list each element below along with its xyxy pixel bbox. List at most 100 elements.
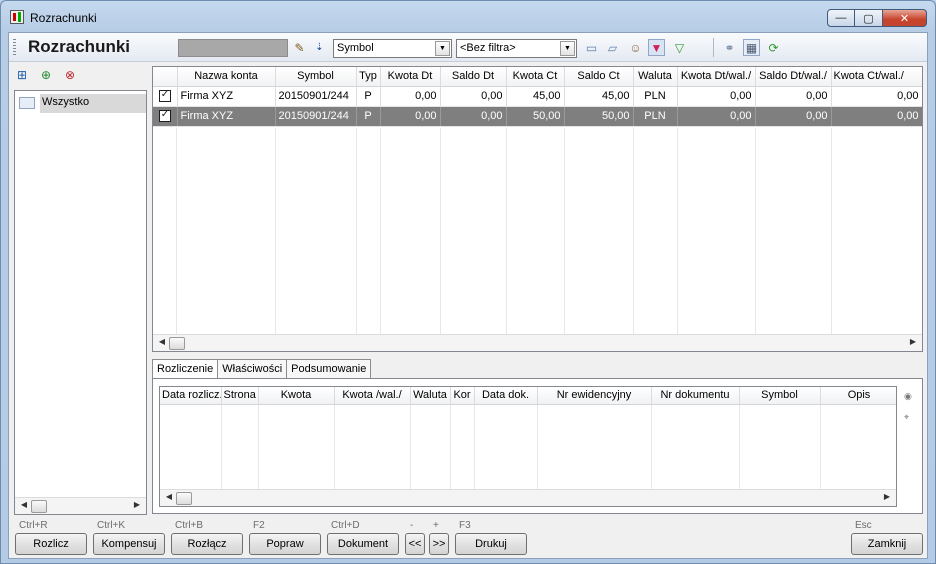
scroll-left-icon[interactable]: ◀ bbox=[156, 337, 168, 346]
toolbar-grip-icon[interactable] bbox=[13, 39, 16, 56]
app-icon bbox=[10, 10, 24, 24]
column-header[interactable] bbox=[153, 67, 178, 87]
table-row[interactable]: Firma XYZ 20150901/244 P 0,00 0,00 50,00… bbox=[153, 106, 922, 127]
column-header[interactable]: Kwota Ct/wal./ bbox=[831, 67, 922, 87]
sort-field-select[interactable]: Symbol ▼ bbox=[333, 39, 452, 58]
cell-amount-dt-cur: 0,00 bbox=[677, 106, 756, 127]
scroll-right-icon[interactable]: ▶ bbox=[907, 337, 919, 346]
search-input[interactable] bbox=[178, 39, 288, 57]
column-header[interactable]: Opis bbox=[820, 387, 896, 405]
column-header[interactable]: Kwota /wal./ bbox=[334, 387, 411, 405]
folder-icon bbox=[19, 97, 35, 109]
rozlacz-button[interactable]: Rozłącz bbox=[171, 533, 243, 555]
cell-amount-dt-cur: 0,00 bbox=[677, 86, 756, 107]
dokument-button[interactable]: Dokument bbox=[327, 533, 399, 555]
filter-select[interactable]: <Bez filtra> ▼ bbox=[456, 39, 577, 58]
row-checkbox[interactable] bbox=[153, 86, 178, 107]
kompensuj-button[interactable]: Kompensuj bbox=[93, 533, 165, 555]
column-header[interactable]: Nr ewidencyjny bbox=[537, 387, 652, 405]
column-header[interactable]: Data rozlicz. bbox=[160, 387, 222, 405]
tab-rozliczenie[interactable]: Rozliczenie bbox=[152, 359, 219, 380]
column-header[interactable]: Saldo Dt bbox=[440, 67, 507, 87]
scroll-thumb[interactable] bbox=[31, 500, 47, 513]
zamknij-button[interactable]: Zamknij bbox=[851, 533, 923, 555]
close-window-button[interactable]: ✕ bbox=[883, 9, 927, 27]
shortcut-label: + bbox=[433, 520, 439, 531]
scroll-thumb[interactable] bbox=[169, 337, 185, 350]
sort-field-value: Symbol bbox=[337, 42, 374, 54]
cell-account-name: Firma XYZ bbox=[177, 86, 276, 107]
eye-icon[interactable]: ◉ bbox=[904, 391, 916, 402]
next-button[interactable]: >> bbox=[429, 533, 449, 555]
column-header[interactable]: Symbol bbox=[739, 387, 821, 405]
scroll-thumb[interactable] bbox=[176, 492, 192, 505]
tab-wlasciwosci[interactable]: Właściwości bbox=[217, 359, 288, 379]
cell-account-name: Firma XYZ bbox=[177, 106, 276, 127]
folder-icon[interactable]: ▭ bbox=[583, 39, 600, 56]
main-window: Rozrachunki — ▢ ✕ Rozrachunki ✎ ⇣ Symbol… bbox=[0, 0, 936, 564]
cell-amount-dt: 0,00 bbox=[380, 106, 441, 127]
tree-add-icon[interactable]: ⊕ bbox=[38, 67, 54, 83]
cell-symbol: 20150901/244 bbox=[275, 106, 357, 127]
rozlicz-button[interactable]: Rozlicz bbox=[15, 533, 87, 555]
grid-hscrollbar[interactable]: ◀ ▶ bbox=[153, 334, 922, 351]
tab-podsumowanie[interactable]: Podsumowanie bbox=[286, 359, 372, 379]
column-header[interactable]: Saldo Dt/wal./ bbox=[755, 67, 832, 87]
client-area: Rozrachunki ✎ ⇣ Symbol ▼ <Bez filtra> ▼ … bbox=[8, 32, 928, 559]
column-header[interactable]: Kwota Dt/wal./ bbox=[677, 67, 756, 87]
filter-add-icon[interactable]: ▽ bbox=[671, 39, 688, 56]
comment-icon[interactable]: ▱ bbox=[604, 39, 621, 56]
maximize-button[interactable]: ▢ bbox=[855, 9, 883, 27]
column-header[interactable]: Saldo Ct bbox=[564, 67, 634, 87]
link-icon[interactable]: ⚭ bbox=[721, 39, 738, 56]
popraw-button[interactable]: Popraw bbox=[249, 533, 321, 555]
cell-currency: PLN bbox=[633, 106, 678, 127]
user-icon[interactable]: ☺ bbox=[627, 39, 644, 56]
pin-icon[interactable]: ⌖ bbox=[904, 412, 916, 423]
scroll-right-icon[interactable]: ▶ bbox=[881, 492, 893, 501]
column-header[interactable]: Symbol bbox=[275, 67, 357, 87]
table-layout-icon[interactable]: ▦ bbox=[743, 39, 760, 56]
column-header[interactable]: Kwota bbox=[258, 387, 335, 405]
page-title: Rozrachunki bbox=[28, 37, 131, 56]
cell-amount-dt: 0,00 bbox=[380, 86, 441, 107]
window-title: Rozrachunki bbox=[30, 11, 97, 25]
table-row[interactable]: Firma XYZ 20150901/244 P 0,00 0,00 45,00… bbox=[153, 86, 922, 107]
tree-item-wszystko[interactable]: Wszystko bbox=[19, 93, 146, 113]
cell-symbol: 20150901/244 bbox=[275, 86, 357, 107]
tree-delete-icon[interactable]: ⊗ bbox=[62, 67, 78, 83]
filter-icon[interactable]: ▼ bbox=[648, 39, 665, 56]
refresh-icon[interactable]: ⟳ bbox=[765, 39, 782, 56]
tree-expand-icon[interactable]: ⊞ bbox=[14, 67, 30, 83]
column-header[interactable]: Nazwa konta bbox=[177, 67, 276, 87]
detail-header-row: Data rozlicz. Strona Kwota Kwota /wal./ … bbox=[160, 387, 896, 405]
column-header[interactable]: Kor bbox=[450, 387, 475, 405]
column-header[interactable]: Kwota Dt bbox=[380, 67, 441, 87]
shortcut-label: Ctrl+K bbox=[97, 520, 126, 531]
toolbar: Rozrachunki ✎ ⇣ Symbol ▼ <Bez filtra> ▼ … bbox=[9, 33, 927, 62]
scroll-right-icon[interactable]: ▶ bbox=[131, 500, 143, 509]
clear-search-icon[interactable]: ✎ bbox=[291, 39, 308, 56]
title-bar: Rozrachunki — ▢ ✕ bbox=[1, 1, 935, 31]
detail-tabs: Rozliczenie Właściwości Podsumowanie bbox=[152, 359, 372, 380]
tree-hscrollbar[interactable]: ◀ ▶ bbox=[15, 497, 146, 514]
column-header[interactable]: Strona bbox=[221, 387, 259, 405]
scroll-left-icon[interactable]: ◀ bbox=[163, 492, 175, 501]
chevron-down-icon[interactable]: ▼ bbox=[560, 41, 575, 56]
column-header[interactable]: Data dok. bbox=[474, 387, 538, 405]
detail-hscrollbar[interactable]: ◀ ▶ bbox=[160, 489, 896, 506]
drukuj-button[interactable]: Drukuj bbox=[455, 533, 527, 555]
column-header[interactable]: Kwota Ct bbox=[506, 67, 565, 87]
scroll-left-icon[interactable]: ◀ bbox=[18, 500, 30, 509]
column-header[interactable]: Typ bbox=[356, 67, 381, 87]
chevron-down-icon[interactable]: ▼ bbox=[435, 41, 450, 56]
previous-button[interactable]: << bbox=[405, 533, 425, 555]
sort-order-icon[interactable]: ⇣ bbox=[311, 39, 328, 56]
row-checkbox[interactable] bbox=[153, 106, 178, 127]
column-header[interactable]: Waluta bbox=[410, 387, 451, 405]
column-header[interactable]: Nr dokumentu bbox=[651, 387, 740, 405]
column-header[interactable]: Waluta bbox=[633, 67, 678, 87]
cell-balance-ct: 45,00 bbox=[564, 86, 634, 107]
shortcut-label: Ctrl+D bbox=[331, 520, 360, 531]
minimize-button[interactable]: — bbox=[827, 9, 855, 27]
